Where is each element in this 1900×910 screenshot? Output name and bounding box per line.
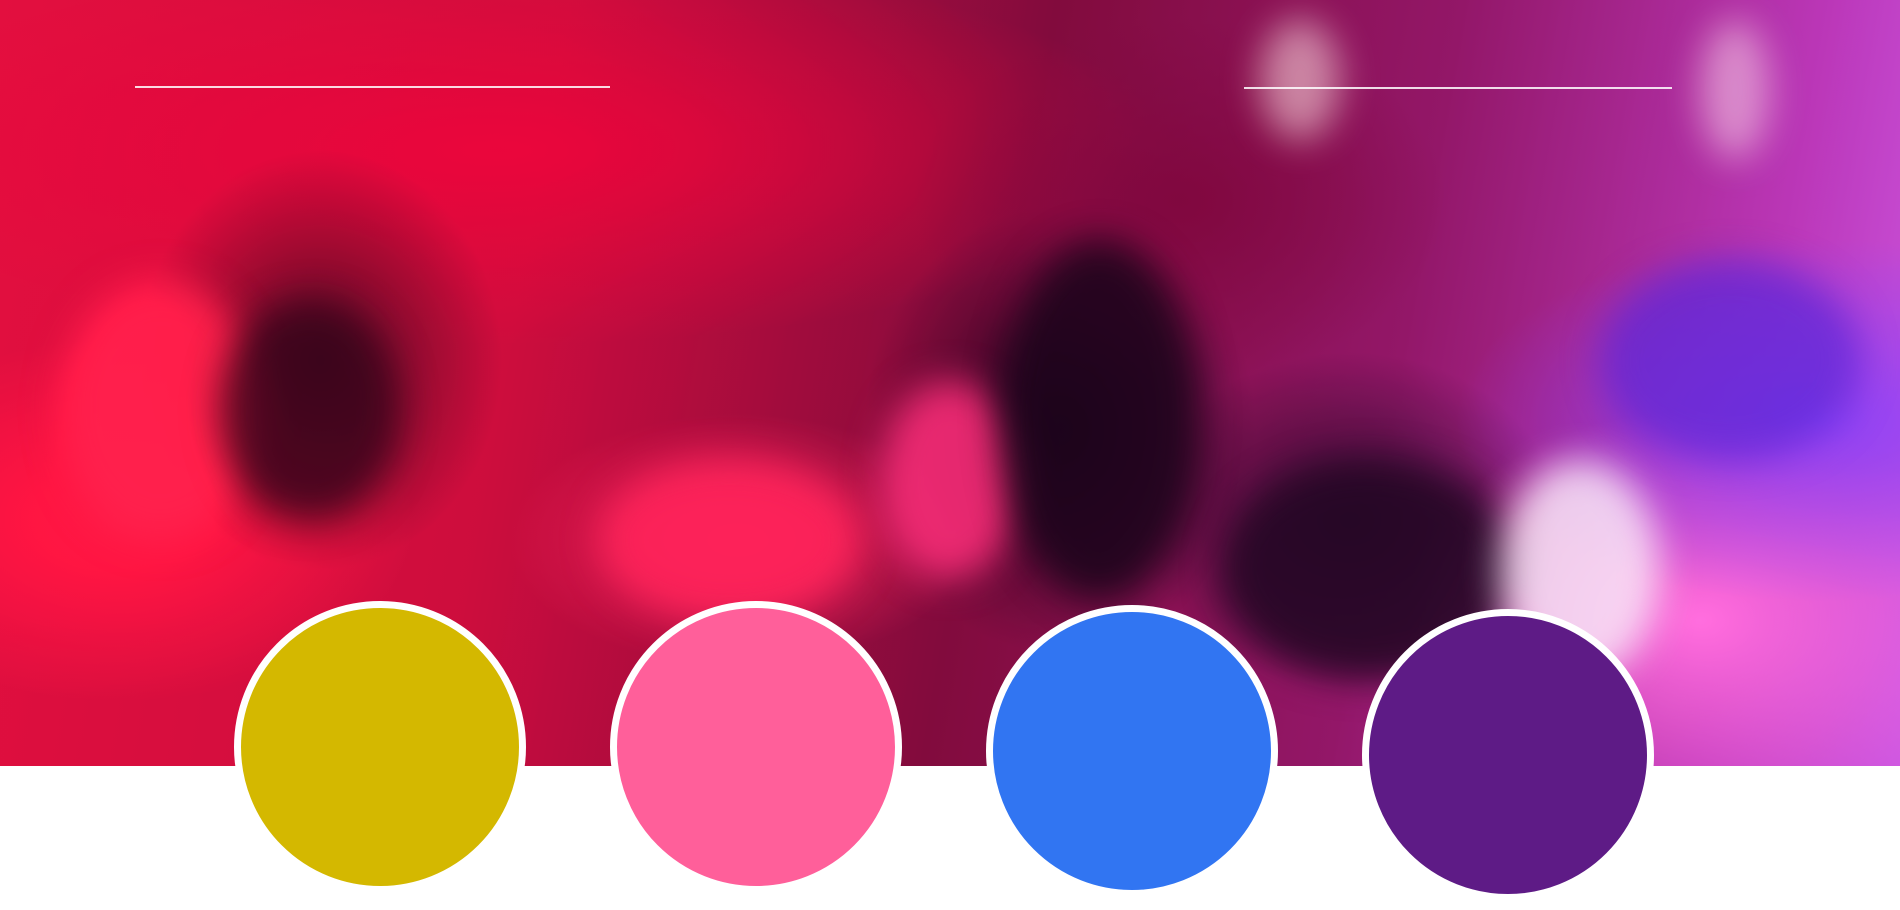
color-circle-purple (1362, 609, 1654, 901)
page (0, 0, 1900, 910)
color-circle-yellow (234, 601, 526, 893)
decorative-line-left (135, 86, 610, 88)
color-circle-pink (610, 601, 902, 893)
color-circle-blue (986, 605, 1278, 897)
decorative-line-right (1244, 87, 1672, 89)
